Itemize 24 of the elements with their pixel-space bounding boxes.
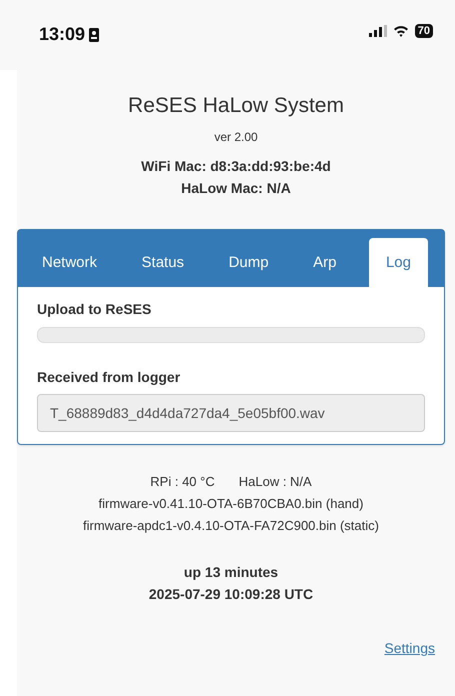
settings-link[interactable]: Settings (384, 637, 435, 659)
clock-time: 13:09 (39, 24, 100, 45)
tab[interactable]: Log (368, 238, 428, 287)
firmware-text: firmware-apdc1-v0.4.10-OTA-FA72C900.bin (static) (83, 517, 379, 535)
battery-level: 70 (414, 24, 433, 38)
wifi-icon (392, 25, 409, 37)
wifi-mac-text: WiFi Mac: d8:3a:dd:93:be:4d (141, 158, 331, 174)
tab[interactable]: Network (30, 238, 110, 287)
upload-label: Upload to ReSES (37, 301, 152, 317)
page-title: ReSES HaLow System (128, 94, 344, 118)
temperature-text: HaLow : N/A (238, 473, 312, 491)
received-file-field[interactable]: T_68889d83_d4d4da727da4_5e05bf00.wav (37, 394, 425, 432)
firmware-text: firmware-v0.41.10-OTA-6B70CBA0.bin (hand) (98, 495, 364, 513)
received-label: Received from logger (37, 369, 182, 385)
temperature-text: RPi : 40 °C (150, 473, 215, 491)
tab[interactable]: Dump (216, 238, 281, 287)
tab[interactable]: Status (130, 238, 196, 287)
halow-mac-text: HaLow Mac: N/A (181, 180, 291, 196)
version-text: ver 2.00 (214, 130, 258, 144)
id-card-icon (89, 28, 100, 42)
signal-icon (368, 25, 387, 37)
tab[interactable]: Arp (301, 238, 348, 287)
timestamp-text: 2025-07-29 10:09:28 UTC (148, 585, 314, 604)
uptime-text: up 13 minutes (184, 563, 278, 582)
